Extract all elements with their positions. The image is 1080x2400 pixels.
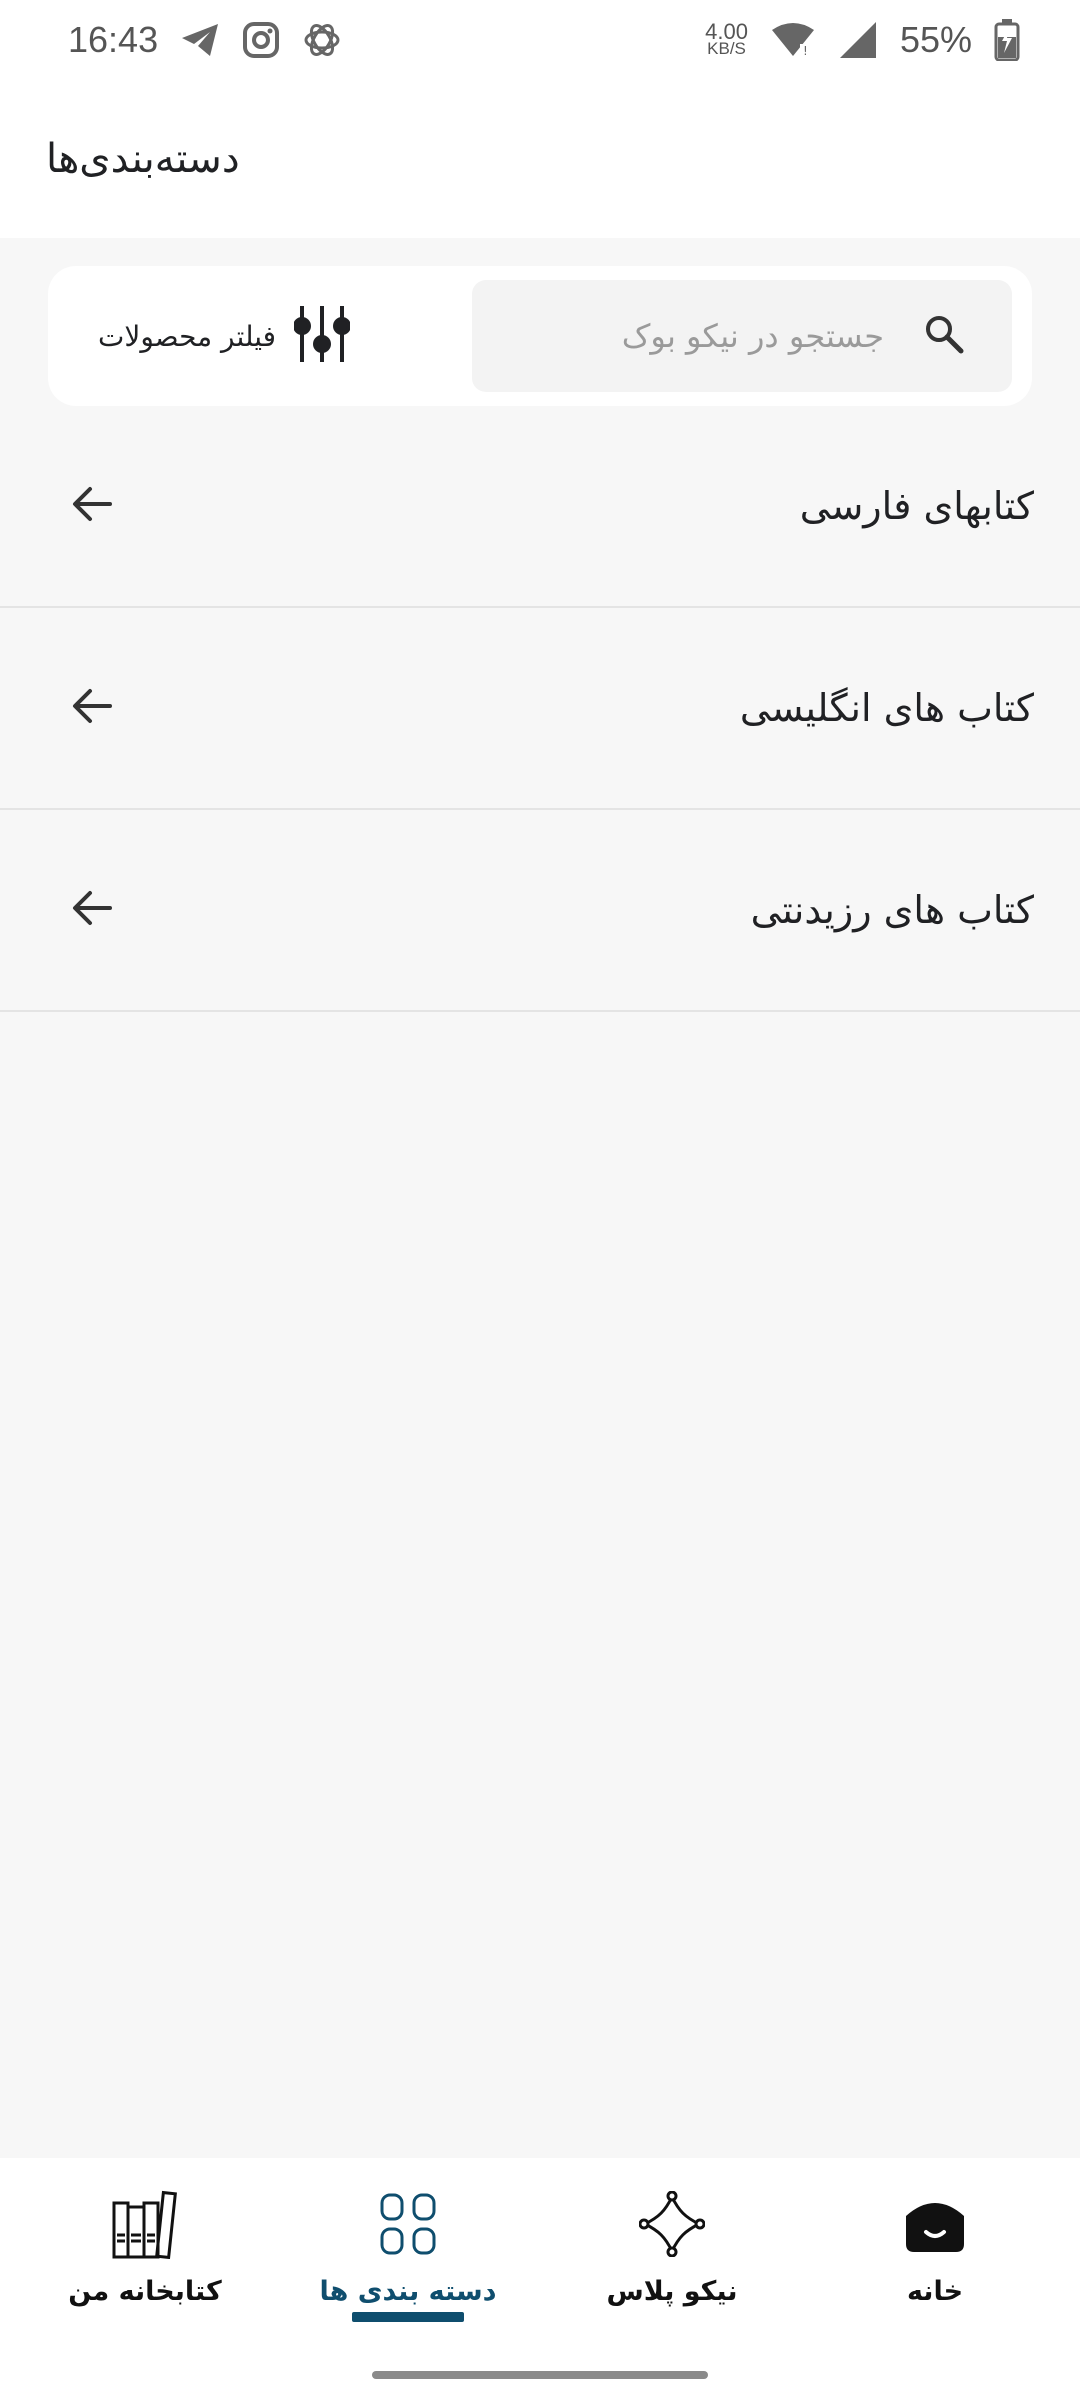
nav-item-nikoo-plus[interactable]: نیکو پلاس [557, 2184, 787, 2334]
filter-products-button[interactable]: فیلتر محصولات [98, 296, 352, 376]
gesture-bar[interactable] [372, 2371, 708, 2379]
svg-text:!: ! [803, 44, 808, 58]
home-icon [904, 2184, 966, 2264]
nav-label: کتابخانه من [68, 2276, 222, 2307]
library-icon [112, 2184, 178, 2264]
search-input[interactable] [564, 317, 884, 355]
category-row-persian-books[interactable]: کتابهای فارسی [0, 406, 1080, 608]
wifi-icon: ! [770, 22, 816, 58]
search-card: فیلتر محصولات [48, 266, 1032, 406]
network-speed: 4.00 KB/S [705, 19, 748, 58]
arrow-left-icon [70, 686, 114, 730]
page-title: دسته‌بندی‌ها [46, 136, 240, 182]
openai-icon [302, 20, 342, 60]
nikoo-plus-icon [639, 2184, 705, 2264]
nav-label: خانه [906, 2276, 964, 2307]
search-icon [924, 314, 964, 358]
category-list: کتابهای فارسی کتاب های انگلیسی کتاب های … [0, 406, 1080, 1012]
arrow-left-icon [70, 484, 114, 528]
category-row-residency-books[interactable]: کتاب های رزیدنتی [0, 810, 1080, 1012]
filter-products-label: فیلتر محصولات [98, 319, 277, 353]
battery-percent: 55% [899, 19, 972, 60]
status-left: 16:43 [68, 19, 342, 61]
network-speed-unit: KB/S [707, 39, 746, 58]
category-label: کتاب های انگلیسی [739, 686, 1034, 730]
sliders-icon [293, 304, 352, 368]
status-right: 4.00 KB/S ! 55% [705, 19, 1020, 61]
arrow-left-icon [70, 888, 114, 932]
category-label: کتابهای فارسی [799, 484, 1034, 528]
nav-label: نیکو پلاس [606, 2276, 738, 2307]
category-label: کتاب های رزیدنتی [750, 888, 1034, 932]
categories-icon [378, 2184, 438, 2264]
status-bar: 16:43 4.00 KB/S ! 55% [0, 0, 1080, 80]
signal-icon [838, 20, 878, 60]
status-time: 16:43 [68, 19, 159, 60]
network-speed-value: 4.00 [705, 19, 748, 44]
battery-charging-icon [994, 19, 1020, 61]
app-bar: دسته‌بندی‌ها [0, 80, 1080, 238]
bottom-nav: کتابخانه من دسته بندی ها نیکو پلاس خانه [0, 2158, 1080, 2400]
category-row-english-books[interactable]: کتاب های انگلیسی [0, 608, 1080, 810]
search-box[interactable] [472, 280, 1012, 392]
active-tab-indicator [352, 2312, 464, 2322]
nav-item-home[interactable]: خانه [820, 2184, 1050, 2334]
instagram-icon [242, 21, 280, 59]
nav-label: دسته بندی ها [319, 2276, 497, 2307]
nav-item-my-library[interactable]: کتابخانه من [30, 2184, 260, 2334]
telegram-icon [180, 22, 220, 58]
